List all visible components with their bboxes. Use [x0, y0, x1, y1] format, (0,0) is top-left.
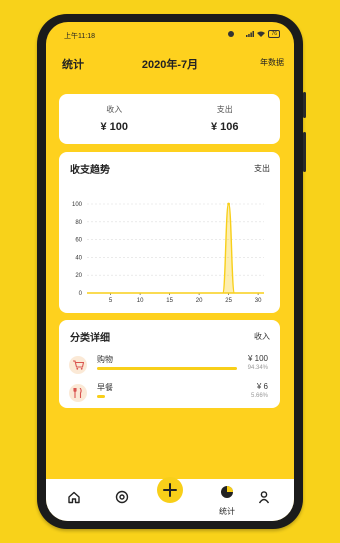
- app-screen: 上午11:18 76 统计 2020年-7月 年数据 收入 ¥ 100 支出 ¥…: [46, 22, 294, 521]
- y-tick-label: 40: [75, 255, 82, 261]
- category-percent: 5.66%: [250, 393, 268, 399]
- x-tick-label: 5: [109, 298, 113, 304]
- cart-icon: [69, 356, 87, 374]
- person-icon: [258, 491, 270, 504]
- target-icon: [115, 490, 129, 504]
- phone-frame: 上午11:18 76 统计 2020年-7月 年数据 收入 ¥ 100 支出 ¥…: [37, 14, 306, 529]
- y-tick-label: 20: [75, 273, 82, 279]
- month-selector[interactable]: 2020年-7月: [46, 56, 294, 72]
- volume-button: [303, 92, 306, 118]
- battery-icon: 76: [268, 30, 280, 38]
- income-value: ¥ 100: [100, 121, 129, 133]
- tab-discover[interactable]: [112, 487, 132, 507]
- pie-chart-icon: [221, 486, 233, 498]
- category-type-toggle[interactable]: 收入: [254, 331, 270, 342]
- income-summary: 收入 ¥ 100: [59, 94, 170, 133]
- tab-stats[interactable]: [217, 482, 237, 502]
- y-tick-label: 100: [72, 202, 83, 208]
- category-row-shopping[interactable]: 购物 ¥ 100 94.34%: [69, 354, 270, 380]
- tab-stats-label: 统计: [219, 507, 235, 516]
- trend-card: 收支趋势 支出 0 20 40 60 80 100 5 10 15 20 25 30: [59, 152, 280, 313]
- expense-value: ¥ 106: [210, 121, 239, 133]
- status-time: 上午11:18: [64, 33, 95, 40]
- category-name: 早餐: [97, 383, 113, 392]
- expense-label: 支出: [216, 105, 233, 114]
- power-button: [303, 132, 306, 172]
- y-tick-label: 0: [79, 291, 83, 297]
- x-tick-label: 30: [255, 298, 262, 304]
- data-point: [227, 202, 231, 206]
- y-tick-label: 60: [75, 238, 82, 244]
- signal-icon: [246, 31, 255, 37]
- add-record-button[interactable]: [157, 477, 183, 503]
- home-icon: [68, 491, 80, 504]
- tab-profile[interactable]: [254, 487, 274, 507]
- trend-chart: 0 20 40 60 80 100 5 10 15 20 25 30: [72, 202, 264, 304]
- x-tick-label: 15: [166, 298, 173, 304]
- x-tick-label: 20: [196, 298, 203, 304]
- cutlery-icon: [69, 384, 87, 402]
- income-label: 收入: [106, 105, 123, 114]
- category-card: 分类详细 收入 购物 ¥ 100 94.34% 早餐 ¥ 6 5.66%: [59, 320, 280, 408]
- summary-card: 收入 ¥ 100 支出 ¥ 106: [59, 94, 280, 144]
- x-tick-label: 25: [225, 298, 232, 304]
- category-progress-bar: [97, 395, 106, 398]
- series-area: [86, 203, 264, 294]
- category-row-breakfast[interactable]: 早餐 ¥ 6 5.66%: [69, 382, 270, 408]
- category-amount: ¥ 6: [256, 382, 268, 391]
- plus-icon: [163, 483, 177, 497]
- wifi-icon: [257, 31, 266, 37]
- category-name: 购物: [97, 355, 113, 364]
- category-title: 分类详细: [70, 333, 110, 344]
- x-tick-label: 10: [137, 298, 144, 304]
- category-progress-bar: [97, 367, 237, 370]
- category-amount: ¥ 100: [247, 354, 268, 363]
- y-tick-label: 80: [75, 220, 82, 226]
- year-data-link[interactable]: 年数据: [260, 57, 284, 68]
- tab-home[interactable]: [64, 487, 84, 507]
- status-icons: 76: [246, 30, 280, 38]
- expense-summary: 支出 ¥ 106: [170, 94, 281, 133]
- bottom-tab-bar: 统计: [46, 477, 294, 521]
- header: 统计 2020年-7月 年数据: [46, 50, 294, 72]
- category-percent: 94.34%: [247, 365, 268, 371]
- status-bar: 上午11:18 76: [46, 22, 294, 40]
- front-camera: [228, 31, 234, 37]
